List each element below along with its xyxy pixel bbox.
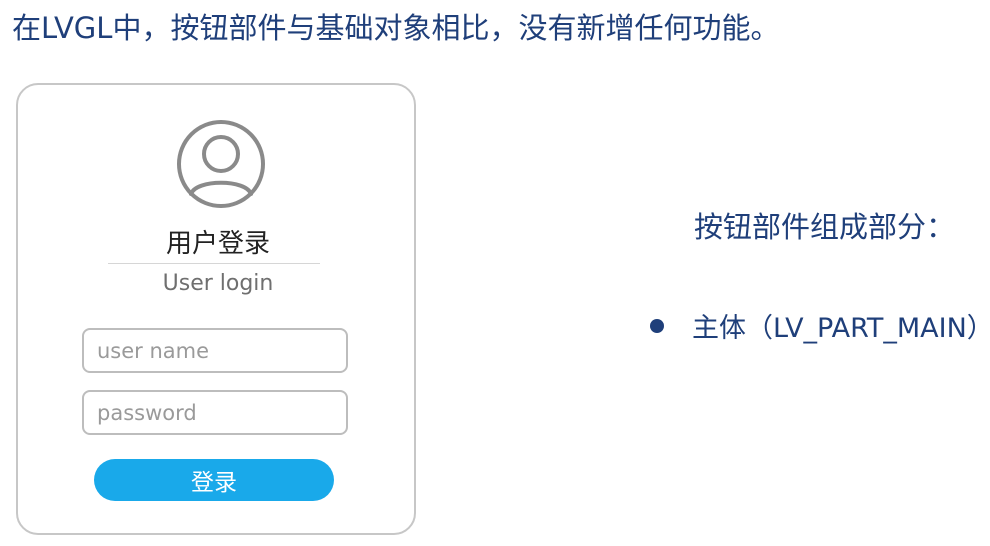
bullet-icon <box>650 318 664 333</box>
password-input[interactable] <box>82 390 348 435</box>
login-subtitle: User login <box>162 271 274 296</box>
headline: 在LVGL中，按钮部件与基础对象相比，没有新增任何功能。 <box>12 11 780 45</box>
components-title: 按钮部件组成部分： <box>694 210 956 244</box>
login-button[interactable]: 登录 <box>94 459 334 501</box>
username-input[interactable] <box>82 328 348 373</box>
component-list-item: 主体（LV_PART_MAIN） <box>650 306 990 345</box>
component-item-label: 主体（LV_PART_MAIN） <box>692 313 990 344</box>
user-avatar-icon <box>177 120 265 208</box>
title-divider <box>108 263 320 264</box>
login-card: 用户登录 User login 登录 <box>16 83 416 535</box>
login-title: 用户登录 <box>165 229 270 259</box>
slide: 在LVGL中，按钮部件与基础对象相比，没有新增任何功能。 用户登录 User l… <box>0 0 990 546</box>
